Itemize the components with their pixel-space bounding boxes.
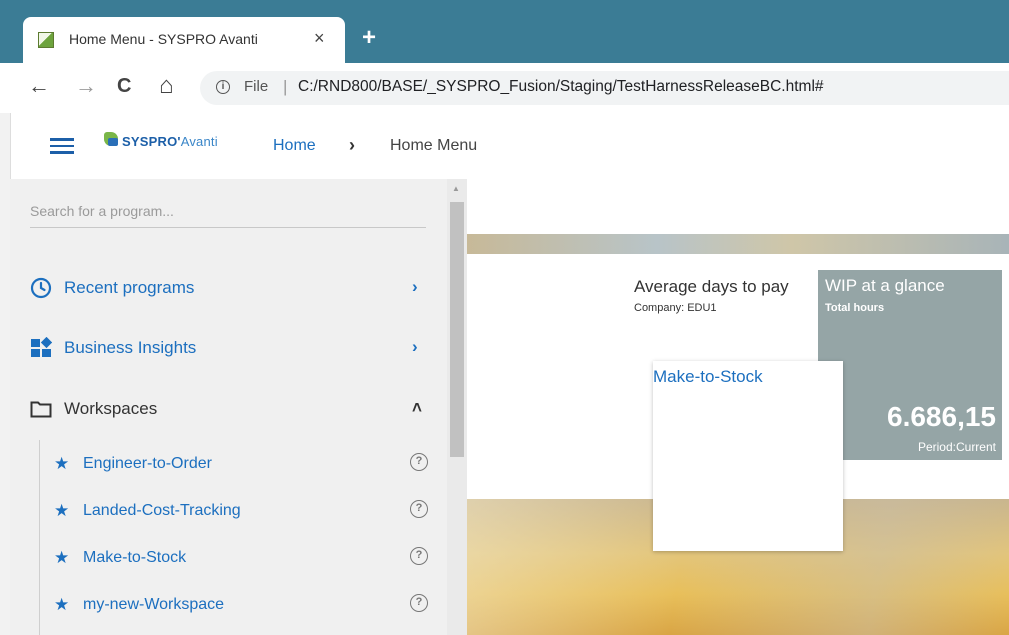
folder-icon [30, 401, 52, 418]
sidebar-item-label: Recent programs [64, 278, 195, 297]
chevron-right-icon: › [349, 135, 355, 155]
scroll-up-arrow-icon[interactable]: ▲ [452, 184, 460, 193]
logo-text: SYSPRO'Avanti [122, 134, 218, 149]
hamburger-menu-icon[interactable] [50, 138, 74, 154]
workspace-item-my-new-workspace[interactable]: ★ my-new-Workspace ? [54, 593, 434, 619]
sidebar-item-label: Business Insights [64, 338, 197, 357]
browser-toolbar: ← → C ⌂ i File | C:/RND800/BASE/_SYSPRO_… [0, 63, 1009, 114]
help-icon[interactable]: ? [410, 594, 428, 612]
home-icon[interactable]: ⌂ [159, 73, 174, 99]
address-separator: | [283, 77, 288, 96]
star-icon: ★ [54, 501, 70, 520]
star-icon: ★ [54, 595, 70, 614]
back-arrow-icon[interactable]: ← [28, 73, 50, 99]
sidebar: Recent programs › Business Insights › Wo… [10, 179, 467, 635]
address-bar[interactable]: i File | C:/RND800/BASE/_SYSPRO_Fusion/S… [200, 71, 1009, 105]
workspace-item-engineer-to-order[interactable]: ★ Engineer-to-Order ? [54, 452, 434, 478]
background-sky-strip [467, 234, 1009, 254]
help-icon[interactable]: ? [410, 500, 428, 518]
star-icon: ★ [54, 454, 70, 473]
main-content: Average days to pay Company: EDU1 WIP at… [467, 179, 1009, 635]
breadcrumb-home-link[interactable]: Home [273, 137, 316, 155]
logo-mark-accent [108, 138, 118, 146]
workspace-label: Engineer-to-Order [83, 455, 212, 472]
sidebar-scrollbar[interactable]: ▲ [447, 179, 467, 635]
tile-title: Average days to pay [634, 277, 789, 296]
breadcrumb-current: Home Menu [390, 137, 478, 154]
workspace-item-make-to-stock[interactable]: ★ Make-to-Stock ? [54, 546, 434, 572]
workspace-preview-popup: Make-to-Stock [653, 361, 843, 551]
browser-tab[interactable]: Home Menu - SYSPRO Avanti × [23, 17, 345, 63]
scrollbar-thumb[interactable] [450, 202, 464, 457]
workspace-tree-line [39, 440, 40, 635]
dashboard-icon [31, 337, 52, 357]
workspace-item-landed-cost-tracking[interactable]: ★ Landed-Cost-Tracking ? [54, 499, 434, 525]
search-input[interactable] [30, 203, 420, 219]
wip-at-a-glance-tile[interactable]: WIP at a glance Total hours 6.686,15 Per… [818, 270, 1002, 460]
sidebar-item-label: Workspaces [64, 399, 158, 418]
browser-tab-bar: Home Menu - SYSPRO Avanti × + [0, 0, 1009, 63]
syspro-logo: SYSPRO'Avanti [102, 126, 242, 156]
help-icon[interactable]: ? [410, 547, 428, 565]
chevron-up-icon: ˄ [412, 398, 422, 417]
popup-title: Make-to-Stock [653, 367, 763, 386]
chevron-right-icon: › [412, 337, 418, 356]
tile-value: 6.686,15 [887, 401, 996, 432]
sidebar-item-workspaces[interactable]: Workspaces ˄ [30, 394, 430, 424]
tile-period: Period:Current [917, 440, 996, 454]
forward-arrow-icon[interactable]: → [75, 73, 97, 99]
sidebar-item-business-insights[interactable]: Business Insights › [30, 333, 430, 363]
help-icon[interactable]: ? [410, 453, 428, 471]
reload-icon[interactable]: C [117, 73, 131, 99]
clock-icon [30, 277, 52, 299]
workspace-label: Landed-Cost-Tracking [83, 502, 241, 519]
new-tab-button[interactable]: + [362, 26, 376, 50]
favicon-icon [38, 32, 54, 48]
tab-title: Home Menu - SYSPRO Avanti [69, 31, 258, 47]
url-text[interactable]: C:/RND800/BASE/_SYSPRO_Fusion/Staging/Te… [298, 78, 824, 96]
tile-title: WIP at a glance [825, 276, 945, 295]
workspace-label: Make-to-Stock [83, 549, 187, 566]
workspace-label: my-new-Workspace [83, 596, 225, 613]
tile-subtitle: Total hours [825, 302, 885, 314]
app-header: SYSPRO'Avanti Home › Home Menu [10, 113, 1009, 179]
info-icon[interactable]: i [216, 80, 230, 94]
sidebar-item-recent-programs[interactable]: Recent programs › [30, 273, 430, 303]
chevron-right-icon: › [412, 277, 418, 296]
close-icon[interactable]: × [314, 29, 325, 47]
file-scheme-label: File [244, 78, 269, 95]
tile-subtitle: Company: EDU1 [634, 302, 717, 314]
star-icon: ★ [54, 548, 70, 567]
program-search [30, 203, 426, 228]
average-days-to-pay-tile[interactable]: Average days to pay Company: EDU1 [630, 274, 810, 334]
